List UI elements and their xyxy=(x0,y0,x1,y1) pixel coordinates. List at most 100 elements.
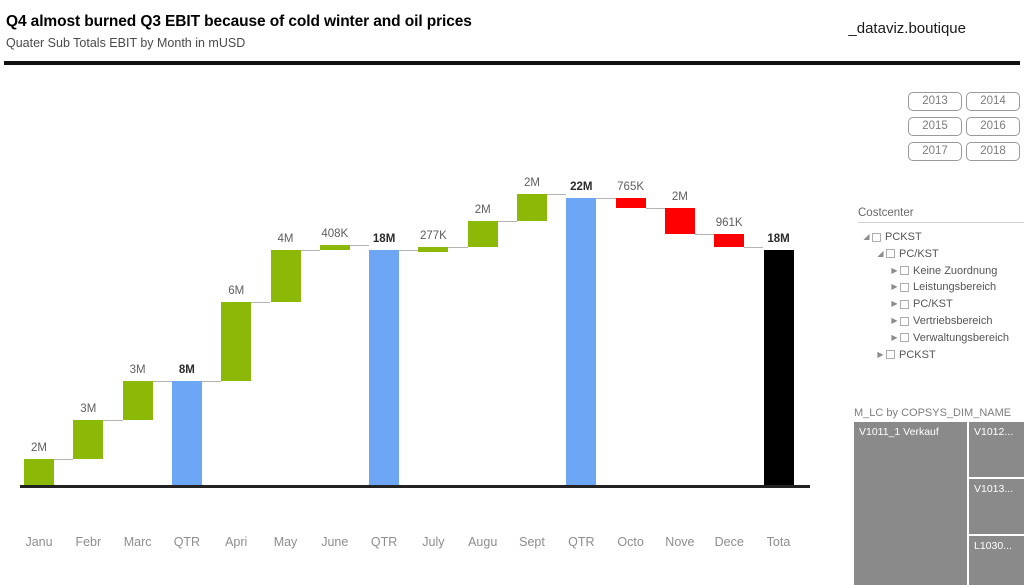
treemap-chart[interactable]: V1011_1 Verkauf V1012... V1013... L1030... xyxy=(854,422,1024,585)
chart-x-axis: Janu Febr Marc QTR Apri May June QTR July Augu Sep… xyxy=(0,535,845,565)
waterfall-connector xyxy=(596,198,616,200)
year-button-2016[interactable]: 2016 xyxy=(966,117,1020,136)
treemap-title: M_LC by COPSYS_DIM_NAME xyxy=(854,407,1012,419)
checkbox[interactable] xyxy=(886,249,895,259)
x-axis-tick-11: QTR xyxy=(568,535,595,549)
x-axis-tick-15: Tota xyxy=(766,535,791,549)
bar-value-label: 2M xyxy=(31,441,47,454)
costcenter-node-label: PCKST xyxy=(899,348,936,361)
checkbox[interactable] xyxy=(900,299,909,309)
waterfall-bar-qtr-11[interactable] xyxy=(566,198,597,485)
x-axis-tick-5: May xyxy=(273,535,298,549)
waterfall-connector xyxy=(201,380,222,382)
waterfall-bar-octo-12[interactable] xyxy=(615,198,646,208)
checkbox[interactable] xyxy=(900,333,909,343)
chevron-down-icon[interactable]: ◢ xyxy=(862,233,871,241)
bar-value-label: 4M xyxy=(277,233,294,246)
costcenter-node[interactable]: ◢ PC/KST xyxy=(876,245,938,263)
checkbox[interactable] xyxy=(886,350,895,360)
x-axis-tick-13: Nove xyxy=(665,535,695,549)
checkbox[interactable] xyxy=(872,232,881,242)
costcenter-node[interactable]: ▶ PCKST xyxy=(876,346,936,364)
costcenter-node[interactable]: ▶ PC/KST xyxy=(890,295,953,313)
waterfall-connector xyxy=(399,250,419,252)
header-divider xyxy=(4,61,1020,65)
costcenter-node-label: PC/KST xyxy=(913,298,953,311)
costcenter-node[interactable]: ▶ Keine Zuordnung xyxy=(890,262,997,280)
bar-value-label: 18M xyxy=(372,233,396,246)
waterfall-bar-sept-10[interactable] xyxy=(517,194,547,221)
x-axis-tick-3: QTR xyxy=(173,535,201,549)
costcenter-node[interactable]: ▶ Vertriebsbereich xyxy=(890,312,993,330)
year-button-2013[interactable]: 2013 xyxy=(908,92,962,111)
treemap-tile[interactable]: L1030... xyxy=(969,536,1024,585)
chart-baseline xyxy=(20,485,810,488)
waterfall-connector xyxy=(300,250,320,252)
waterfall-connector xyxy=(497,220,517,222)
waterfall-bar-marc-2[interactable] xyxy=(122,380,153,420)
bar-value-label: 2M xyxy=(524,177,540,190)
waterfall-bar-qtr-7[interactable] xyxy=(369,250,400,485)
bar-value-label: 408K xyxy=(321,227,349,240)
waterfall-bar-nove-13[interactable] xyxy=(664,208,695,235)
x-axis-tick-12: Octo xyxy=(617,535,644,549)
chart-plot-area: 2M 3M 3M 8M 6M 4M 408K 18M 277K 2M 2M 22M 765K 2M 961K… xyxy=(0,70,845,490)
treemap-tile[interactable]: V1012... xyxy=(969,422,1024,477)
chevron-down-icon[interactable]: ◢ xyxy=(876,249,885,258)
chevron-right-icon[interactable]: ▶ xyxy=(890,300,899,308)
treemap-tile[interactable]: V1013... xyxy=(969,479,1024,534)
waterfall-bar-may-5[interactable] xyxy=(270,250,301,303)
bar-value-label: 765K xyxy=(617,181,645,194)
waterfall-connector xyxy=(251,302,271,304)
waterfall-connector xyxy=(349,244,370,246)
checkbox[interactable] xyxy=(900,316,909,326)
costcenter-node[interactable]: ▶ Leistungsbereich xyxy=(890,278,996,296)
year-button-2014[interactable]: 2014 xyxy=(966,92,1020,111)
waterfall-bar-dece-14[interactable] xyxy=(714,234,745,247)
x-axis-tick-14: Dece xyxy=(714,535,744,549)
page-subtitle: Quater Sub Totals EBIT by Month in mUSD xyxy=(6,36,246,50)
chevron-right-icon[interactable]: ▶ xyxy=(890,283,899,291)
x-axis-tick-4: Apri xyxy=(225,535,248,549)
waterfall-bar-febr-1[interactable] xyxy=(73,419,104,459)
waterfall-bar-apri-4[interactable] xyxy=(221,302,252,381)
year-button-2017[interactable]: 2017 xyxy=(908,142,962,161)
costcenter-node[interactable]: ▶ Verwaltungsbereich xyxy=(890,329,1009,347)
x-axis-tick-9: Augu xyxy=(468,535,498,549)
bar-value-label: 3M xyxy=(129,363,146,376)
x-axis-tick-2: Marc xyxy=(123,535,152,549)
bar-value-label: 18M xyxy=(767,233,790,246)
bar-value-label: 2M xyxy=(474,203,491,216)
waterfall-bar-augu-9[interactable] xyxy=(467,220,498,247)
chevron-right-icon[interactable]: ▶ xyxy=(890,333,899,342)
waterfall-bar-qtr-3[interactable] xyxy=(171,380,202,485)
year-button-2015[interactable]: 2015 xyxy=(908,117,962,136)
x-axis-tick-8: July xyxy=(422,535,445,549)
treemap-tile[interactable]: V1011_1 Verkauf xyxy=(854,422,967,585)
waterfall-bar-tota-15[interactable] xyxy=(763,250,794,485)
waterfall-connector xyxy=(152,380,172,382)
chevron-right-icon[interactable]: ▶ xyxy=(890,317,899,325)
chevron-right-icon[interactable]: ▶ xyxy=(876,350,885,359)
bar-value-label: 6M xyxy=(228,285,245,298)
x-axis-tick-10: Sept xyxy=(519,535,545,549)
x-axis-tick-7: QTR xyxy=(370,535,398,549)
waterfall-connector xyxy=(744,246,764,248)
bar-value-label: 961K xyxy=(715,217,743,230)
waterfall-bar-janu-0[interactable] xyxy=(24,458,54,485)
costcenter-node-label: Keine Zuordnung xyxy=(913,264,998,277)
dashboard-page: Q4 almost burned Q3 EBIT because of cold… xyxy=(0,0,1024,585)
checkbox[interactable] xyxy=(900,266,909,276)
costcenter-node-label: Leistungsbereich xyxy=(913,281,997,294)
bar-value-label: 2M xyxy=(671,191,688,204)
waterfall-connector xyxy=(645,208,665,210)
checkbox[interactable] xyxy=(900,282,909,292)
waterfall-bar-june-6[interactable] xyxy=(319,244,350,251)
year-button-2018[interactable]: 2018 xyxy=(966,142,1020,161)
chevron-right-icon[interactable]: ▶ xyxy=(890,266,899,275)
costcenter-node-label: Vertriebsbereich xyxy=(913,315,993,327)
costcenter-node[interactable]: ◢ PCKST xyxy=(862,228,921,246)
costcenter-node-label: Verwaltungsbereich xyxy=(913,331,1010,344)
waterfall-bar-july-8[interactable] xyxy=(418,246,449,252)
bar-value-label: 277K xyxy=(419,229,447,242)
